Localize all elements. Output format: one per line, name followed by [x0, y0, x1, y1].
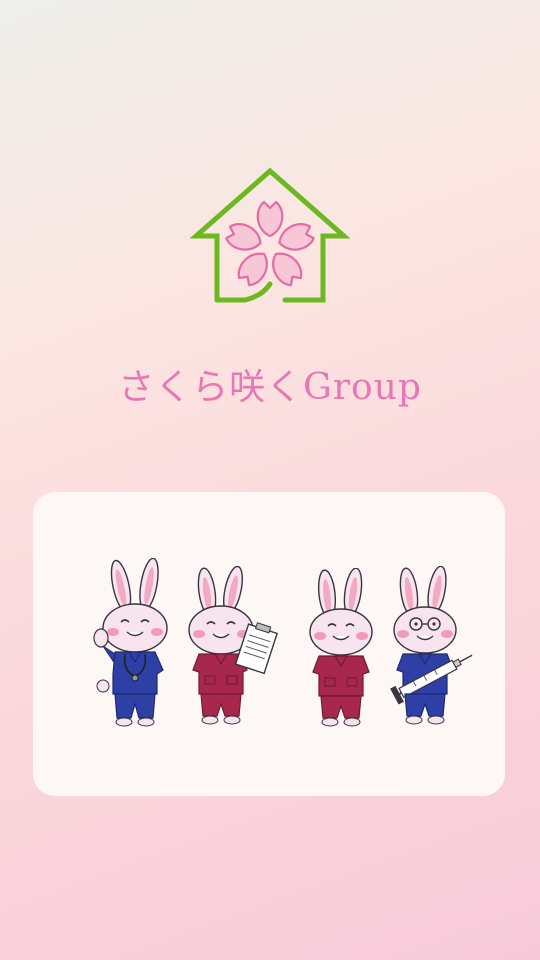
rabbit-nurse-icon — [309, 568, 373, 727]
mascot-card — [33, 492, 505, 796]
house-sakura-icon — [189, 166, 351, 306]
brand-name: さくら咲くGroup — [118, 367, 422, 408]
rabbit-syringe-icon — [390, 566, 473, 725]
rabbit-nurse-clipboard-icon — [188, 566, 278, 725]
rabbit-doctor-icon — [93, 558, 168, 727]
